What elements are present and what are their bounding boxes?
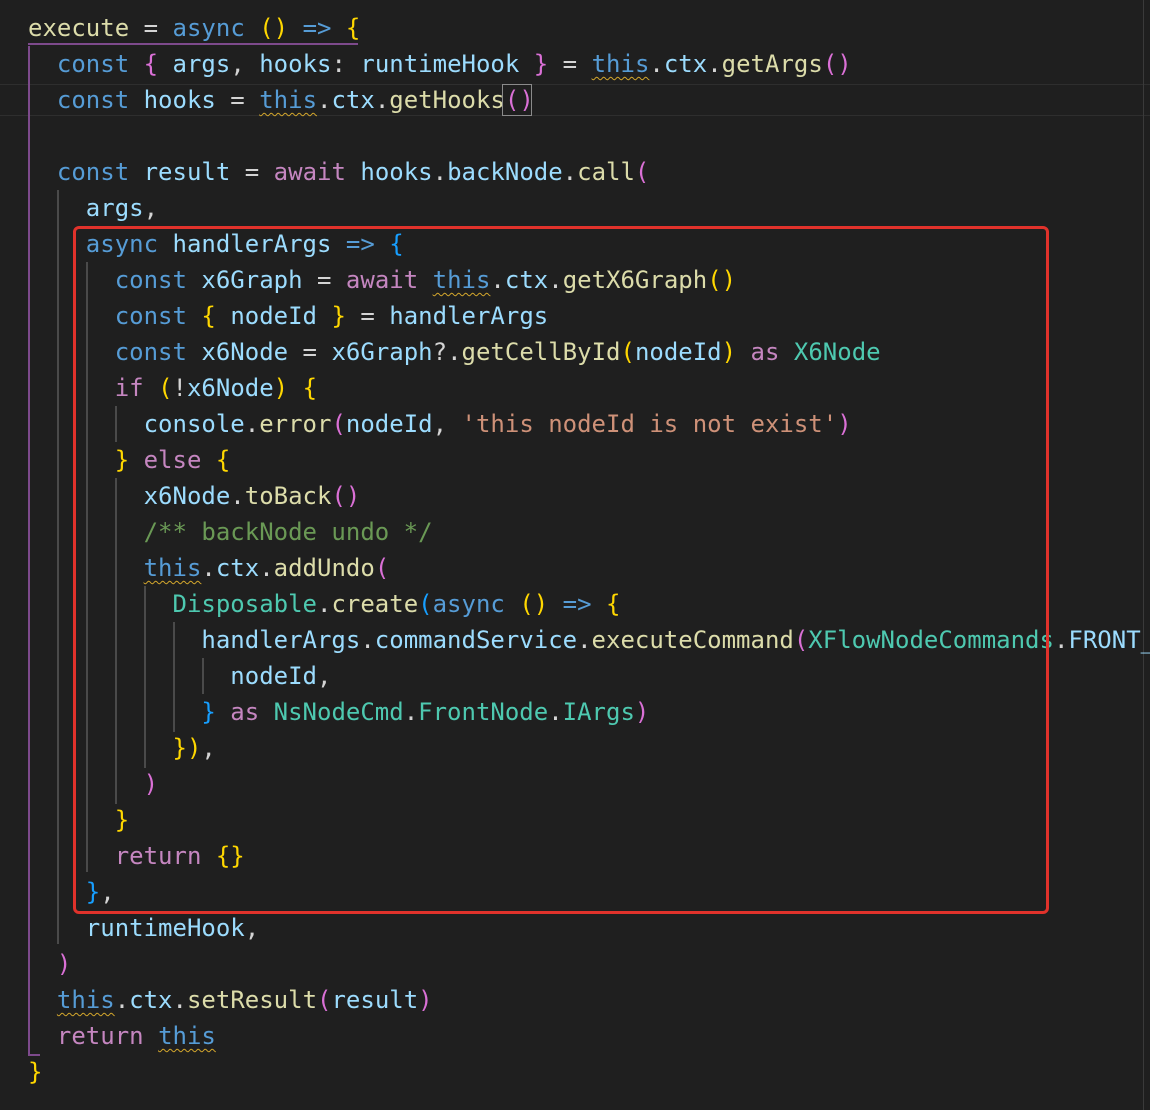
code-token: . — [317, 86, 332, 114]
code-line[interactable]: const hooks = this.ctx.getHooks() — [28, 82, 534, 118]
code-token: = — [129, 14, 173, 42]
code-token: ( — [634, 158, 650, 186]
code-token: . — [172, 986, 187, 1014]
code-token: ) — [418, 986, 433, 1014]
code-token: ( — [317, 986, 332, 1014]
code-line[interactable]: args, — [28, 190, 158, 226]
code-token: } — [533, 50, 549, 78]
code-token: = — [215, 86, 260, 114]
code-token: this — [158, 1022, 216, 1050]
code-token: this — [56, 986, 115, 1014]
code-token: () — [259, 14, 289, 42]
code-token: this — [259, 86, 318, 114]
editor-ruler — [1143, 0, 1144, 1110]
code-token: await — [273, 158, 346, 186]
code-token: , — [143, 194, 159, 222]
code-token: execute — [28, 14, 130, 42]
code-editor[interactable]: execute = async () => { const { args, ho… — [0, 0, 1150, 1110]
code-token: = — [548, 50, 592, 78]
code-token: hooks — [259, 50, 332, 78]
code-line[interactable]: return this — [28, 1018, 216, 1054]
code-token: runtimeHook — [85, 914, 245, 942]
code-token: runtimeHook — [360, 50, 520, 78]
annotation-highlight-box — [73, 226, 1049, 914]
code-token: ctx — [129, 986, 173, 1014]
code-token: . — [432, 158, 448, 186]
code-token: . — [562, 158, 578, 186]
code-token: hooks — [360, 158, 433, 186]
code-token: => — [288, 14, 346, 42]
code-token: backNode — [447, 158, 563, 186]
code-token: args — [85, 194, 144, 222]
code-token: result — [143, 158, 231, 186]
code-token: , — [230, 50, 260, 78]
code-token: ctx — [663, 50, 708, 78]
code-line[interactable]: execute = async () => { — [28, 10, 360, 46]
code-line[interactable]: runtimeHook, — [28, 910, 259, 946]
code-token: . — [707, 50, 722, 78]
code-token: const — [56, 50, 130, 78]
code-token: , — [244, 914, 260, 942]
code-token: = — [230, 158, 274, 186]
code-line[interactable]: const { args, hooks: runtimeHook } = thi… — [28, 46, 852, 82]
code-token: ) — [56, 950, 72, 978]
code-token: result — [331, 986, 419, 1014]
code-token: { — [143, 50, 159, 78]
code-token: call — [577, 158, 635, 186]
bracket-match-box — [502, 84, 532, 116]
code-token: . — [114, 986, 130, 1014]
code-token: getArgs — [721, 50, 823, 78]
code-token: args — [172, 50, 231, 78]
code-token: const — [56, 158, 130, 186]
code-token: this — [591, 50, 650, 78]
code-token: ctx — [331, 86, 375, 114]
code-token: : — [331, 50, 361, 78]
code-token: . — [649, 50, 664, 78]
code-token: . — [1053, 626, 1069, 654]
code-line[interactable]: ) — [28, 946, 71, 982]
code-token: FRONT_NODE — [1068, 626, 1150, 654]
code-line[interactable]: this.ctx.setResult(result) — [28, 982, 433, 1018]
code-token: { — [345, 14, 361, 42]
code-token: async — [172, 14, 245, 42]
code-token: getHooks — [389, 86, 505, 114]
code-token: const — [56, 86, 130, 114]
code-token: return — [56, 1022, 144, 1050]
code-line[interactable]: const result = await hooks.backNode.call… — [28, 154, 649, 190]
code-token: } — [28, 1058, 43, 1086]
code-token: setResult — [186, 986, 318, 1014]
code-token: () — [822, 50, 852, 78]
code-token: . — [374, 86, 390, 114]
code-line[interactable]: } — [28, 1054, 42, 1090]
code-token: hooks — [143, 86, 216, 114]
